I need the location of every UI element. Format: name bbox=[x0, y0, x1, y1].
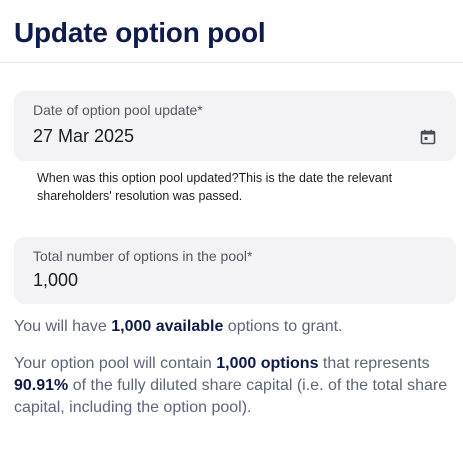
summary-middle: that represents bbox=[318, 355, 430, 372]
date-field-label: Date of option pool update* bbox=[33, 102, 203, 118]
available-prefix: You will have bbox=[14, 318, 112, 335]
summary-suffix: of the fully diluted share capital (i.e.… bbox=[14, 377, 448, 416]
summary-prefix: Your option pool will contain bbox=[14, 355, 217, 372]
calendar-icon[interactable] bbox=[420, 129, 436, 145]
total-options-field[interactable]: Total number of options in the pool* 1,0… bbox=[14, 237, 456, 304]
pool-summary-text: Your option pool will contain 1,000 opti… bbox=[14, 353, 454, 419]
available-suffix: options to grant. bbox=[223, 318, 343, 335]
available-highlight: 1,000 available bbox=[111, 318, 224, 335]
form-content: Date of option pool update* 27 Mar 2025 … bbox=[0, 63, 463, 419]
page-header: Update option pool bbox=[0, 0, 463, 63]
summary-options-highlight: 1,000 options bbox=[216, 355, 319, 372]
total-options-value[interactable]: 1,000 bbox=[33, 270, 78, 291]
date-field-value[interactable]: 27 Mar 2025 bbox=[33, 126, 134, 147]
total-options-label: Total number of options in the pool* bbox=[33, 248, 253, 264]
available-options-text: You will have 1,000 available options to… bbox=[14, 316, 455, 338]
date-helper-text: When was this option pool updated?This i… bbox=[37, 171, 393, 203]
date-field[interactable]: Date of option pool update* 27 Mar 2025 bbox=[14, 91, 456, 161]
page-title: Update option pool bbox=[14, 17, 266, 48]
summary-percent-highlight: 90.91% bbox=[14, 377, 69, 394]
